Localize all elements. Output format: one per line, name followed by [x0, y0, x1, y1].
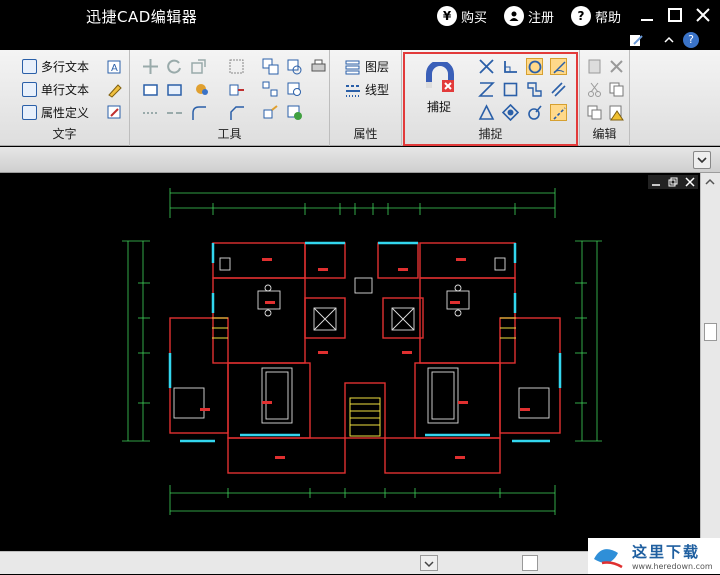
delete-icon[interactable] — [608, 58, 625, 75]
help-button[interactable]: ? 帮助 — [571, 5, 621, 27]
rotate-icon[interactable] — [166, 58, 183, 75]
warning-clip-icon[interactable] — [608, 104, 625, 121]
user-icon — [504, 6, 524, 26]
minimize-icon — [641, 19, 653, 21]
question-icon: ? — [571, 6, 591, 26]
explode-icon[interactable] — [262, 104, 279, 121]
text-style-icon[interactable]: A — [106, 58, 123, 75]
chevron-down-icon — [697, 157, 707, 164]
move-icon[interactable] — [142, 58, 159, 75]
multiline-text-label: 多行文本 — [41, 60, 90, 74]
horizontal-scroll-thumb[interactable] — [522, 555, 538, 571]
buy-label: 购买 — [461, 10, 488, 26]
scroll-down-icon — [424, 561, 434, 568]
collapse-ribbon-icon[interactable] — [663, 34, 675, 46]
fillet-icon[interactable] — [190, 104, 207, 121]
break-icon[interactable] — [166, 104, 183, 121]
linetype-icon — [346, 84, 360, 97]
print-icon[interactable] — [310, 58, 327, 75]
vertical-scroll-thumb[interactable] — [704, 323, 717, 341]
tools-group: 工具 — [130, 50, 330, 146]
watermark: 这里下载 www.heredown.com — [588, 538, 720, 574]
register-label: 注册 — [528, 10, 555, 26]
linetype-button[interactable]: 线型 — [345, 81, 389, 98]
layers-button[interactable]: 图层 — [345, 58, 389, 75]
window-select-icon[interactable] — [166, 81, 183, 98]
snap-group-highlight — [403, 52, 578, 146]
app-title: 迅捷CAD编辑器 — [86, 8, 198, 26]
yen-icon: ¥ — [437, 6, 457, 26]
multiline-text-icon — [22, 59, 37, 74]
ribbon: 多行文本 单行文本 属性定义 A 文字 工具 图层 线型 属性 捕捉 捕捉 编辑 — [0, 50, 720, 146]
text-find-icon[interactable] — [106, 104, 123, 121]
zoom-extents-icon[interactable] — [286, 81, 303, 98]
maximize-icon — [668, 8, 682, 22]
insert-block-icon[interactable] — [286, 104, 303, 121]
edit-group: 编辑 — [580, 50, 630, 146]
register-button[interactable]: 注册 — [504, 5, 554, 27]
color-picker-icon[interactable] — [194, 81, 211, 98]
watermark-logo — [594, 549, 623, 569]
layers-label: 图层 — [365, 60, 390, 74]
drawing-close-icon[interactable] — [685, 177, 695, 187]
text-group: 多行文本 单行文本 属性定义 A 文字 — [0, 50, 130, 146]
array-icon[interactable] — [262, 81, 279, 98]
scroll-left-button[interactable] — [420, 555, 438, 571]
scroll-up-icon[interactable] — [701, 175, 719, 189]
scale-icon[interactable] — [190, 58, 207, 75]
dotted-line-icon[interactable] — [142, 104, 159, 121]
close-icon — [696, 8, 710, 22]
tab-strip — [0, 147, 720, 173]
properties-group: 图层 线型 属性 — [330, 50, 402, 146]
tools-group-label: 工具 — [217, 127, 242, 141]
attribute-define-label: 属性定义 — [41, 106, 90, 120]
title-bar: 迅捷CAD编辑器 ¥ 购买 注册 ? 帮助 — [0, 0, 720, 30]
paste-icon[interactable] — [586, 58, 603, 75]
linetype-label: 线型 — [365, 83, 390, 97]
svg-text:A: A — [111, 63, 118, 74]
ribbon-header: ? — [0, 30, 720, 50]
single-line-text-label: 单行文本 — [41, 83, 90, 97]
watermark-url: www.heredown.com — [632, 562, 713, 571]
watermark-text: 这里下载 — [632, 543, 701, 561]
drawing-restore-icon[interactable] — [668, 177, 678, 187]
rectangle-select-icon[interactable] — [142, 81, 159, 98]
copy-icon[interactable] — [608, 81, 625, 98]
attribute-define-icon — [22, 105, 37, 120]
measure-icon[interactable] — [286, 58, 303, 75]
properties-group-label: 属性 — [353, 127, 378, 141]
copy-object-icon[interactable] — [262, 58, 279, 75]
chamfer-icon[interactable] — [228, 104, 245, 121]
drawing-minimize-icon[interactable] — [651, 177, 661, 187]
close-button[interactable] — [694, 6, 712, 24]
multiline-text-button[interactable]: 多行文本 — [22, 58, 89, 75]
copy-clip-icon[interactable] — [586, 104, 603, 121]
block-icon[interactable] — [228, 58, 245, 75]
attribute-define-button[interactable]: 属性定义 — [22, 104, 89, 121]
cut-icon[interactable] — [586, 81, 603, 98]
floor-plan-drawing — [122, 188, 602, 515]
tab-dropdown-button[interactable] — [693, 151, 711, 169]
drawing-canvas[interactable] — [0, 173, 700, 551]
text-edit-icon[interactable] — [106, 81, 123, 98]
text-group-label: 文字 — [52, 127, 77, 141]
vertical-scrollbar[interactable] — [700, 173, 720, 551]
match-properties-icon[interactable] — [228, 81, 245, 98]
layers-icon — [345, 60, 360, 74]
single-line-text-button[interactable]: 单行文本 — [22, 81, 89, 98]
help-label: 帮助 — [595, 10, 622, 26]
single-line-text-icon — [22, 82, 37, 97]
maximize-button[interactable] — [666, 6, 684, 24]
drawing-window-controls — [648, 175, 698, 189]
buy-button[interactable]: ¥ 购买 — [437, 5, 487, 27]
minimize-button[interactable] — [638, 6, 656, 24]
notes-icon[interactable] — [628, 32, 644, 48]
help-circle-icon[interactable]: ? — [683, 32, 699, 48]
edit-group-label: 编辑 — [592, 127, 617, 141]
